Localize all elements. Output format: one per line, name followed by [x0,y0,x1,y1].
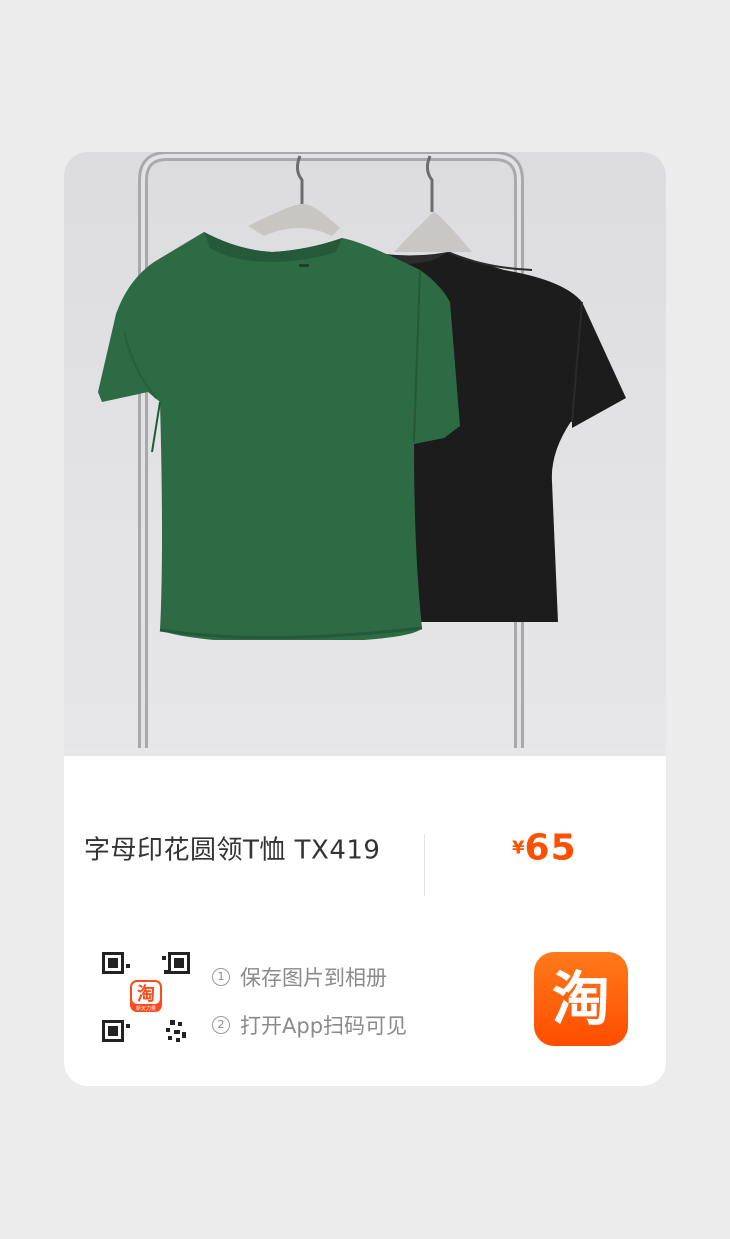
hanger-hook-left [295,155,304,204]
step-number-1: 1 [212,968,230,986]
qr-finder-bottom-left [102,1020,124,1042]
hanger-right [394,212,472,252]
taobao-app-icon[interactable]: 淘 [534,952,628,1046]
qr-finder-top-left [102,952,124,974]
product-info-row: 字母印花圆领T恤 TX419 ¥65 [64,756,666,916]
product-photo[interactable] [64,152,666,756]
price-amount: 65 [524,827,577,869]
qr-code[interactable]: 淘 新天力量 [100,950,192,1046]
step-text-2: 打开App扫码可见 [240,1014,408,1038]
step-number-2: 2 [212,1016,230,1034]
qr-center-logo: 淘 新天力量 [130,980,162,1012]
product-price: ¥65 [512,828,577,869]
price-currency: ¥ [512,837,525,859]
step-text-1: 保存图片到相册 [240,966,387,990]
info-divider [424,834,425,896]
product-photo-illustration [64,152,666,756]
green-tshirt [98,232,460,640]
shirt-tag [299,264,309,267]
share-card: 字母印花圆领T恤 TX419 ¥65 淘 新天力量 1 保存图片到相册 2 打开… [64,152,666,1086]
product-title[interactable]: 字母印花圆领T恤 TX419 [84,830,380,867]
step-scan-code: 2 打开App扫码可见 [212,1010,407,1040]
qr-logo-char: 淘 [137,983,155,1005]
qr-finder-top-right [168,952,190,974]
step-save-image: 1 保存图片到相册 [212,962,387,992]
hanger-left [248,203,340,236]
qr-logo-caption: 新天力量 [136,1005,156,1012]
taobao-logo-char: 淘 [551,965,610,1033]
hanger-hook-right [425,155,434,212]
